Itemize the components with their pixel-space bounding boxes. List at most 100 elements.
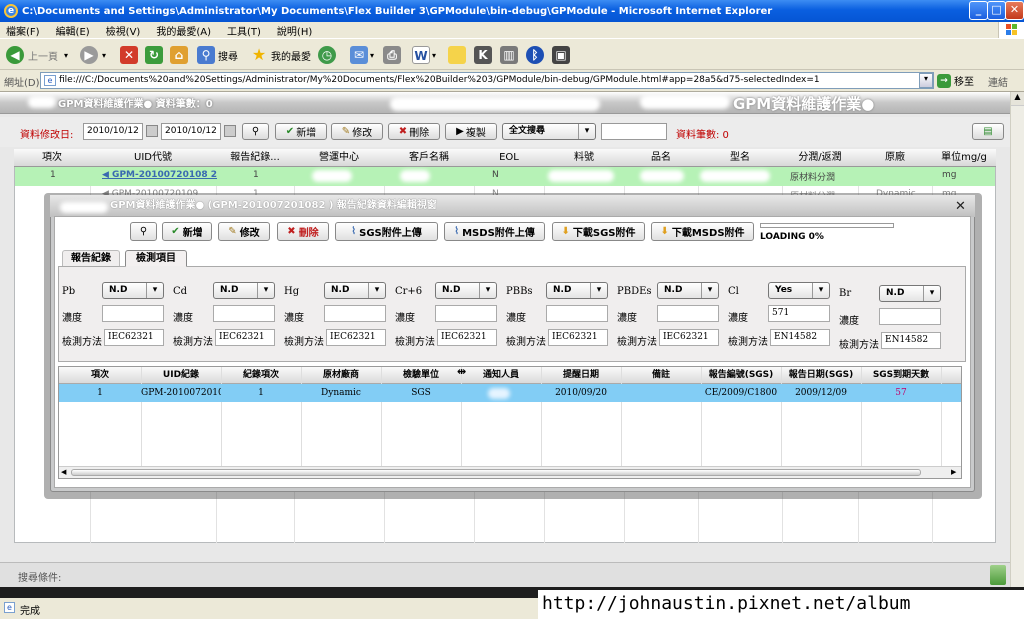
- col-header[interactable]: 原材廠商: [301, 367, 381, 383]
- back-button[interactable]: ◀ 上一頁 ▾: [6, 45, 68, 65]
- test-method-input[interactable]: IEC62321: [326, 329, 386, 346]
- col-header[interactable]: 型名: [698, 149, 782, 166]
- dialog-search-button[interactable]: ⚲: [130, 222, 157, 241]
- tab-report-records[interactable]: 報告紀錄: [62, 250, 120, 267]
- concentration-input[interactable]: [102, 305, 164, 322]
- cell-uid-link[interactable]: ◀ GPM-20100720108 2: [102, 170, 217, 180]
- test-method-input[interactable]: IEC62321: [215, 329, 275, 346]
- minimize-button[interactable]: _: [969, 1, 988, 20]
- menu-edit[interactable]: 編輯(E): [56, 23, 90, 38]
- date-from-input[interactable]: 2010/10/12: [83, 123, 143, 140]
- app-add-button[interactable]: ✔ 新增: [275, 123, 327, 140]
- result-select[interactable]: Yes: [768, 282, 830, 299]
- result-select[interactable]: N.D: [546, 282, 608, 299]
- result-select[interactable]: N.D: [213, 282, 275, 299]
- calendar-icon[interactable]: [146, 125, 158, 137]
- stop-button[interactable]: ✕: [120, 45, 138, 65]
- refresh-button[interactable]: ↻: [145, 45, 163, 65]
- calendar-icon[interactable]: [224, 125, 236, 137]
- dialog-add-button[interactable]: ✔ 新增: [162, 222, 212, 241]
- app-delete-button[interactable]: ✖ 刪除: [388, 123, 440, 140]
- date-to-input[interactable]: 2010/10/12: [161, 123, 221, 140]
- app-edit-button[interactable]: ✎ 修改: [331, 123, 383, 140]
- address-dropdown-icon[interactable]: ▾: [919, 73, 933, 88]
- window-titlebar[interactable]: e C:\Documents and Settings\Administrato…: [0, 0, 1024, 22]
- keyword-input[interactable]: [601, 123, 667, 140]
- test-method-input[interactable]: IEC62321: [104, 329, 164, 346]
- scroll-right-icon[interactable]: ▶: [951, 468, 956, 476]
- result-select[interactable]: N.D: [435, 282, 497, 299]
- col-header[interactable]: 料號: [544, 149, 624, 166]
- sgs-download-button[interactable]: ⬇ 下載SGS附件: [552, 222, 645, 241]
- scroll-thumb[interactable]: [71, 469, 921, 476]
- menu-help[interactable]: 說明(H): [277, 23, 312, 38]
- test-method-input[interactable]: EN14582: [881, 332, 941, 349]
- menu-favorites[interactable]: 我的最愛(A): [156, 23, 211, 38]
- dialog-close-button[interactable]: ✕: [955, 199, 966, 214]
- test-method-input[interactable]: IEC62321: [548, 329, 608, 346]
- concentration-input[interactable]: [435, 305, 497, 322]
- concentration-input[interactable]: [546, 305, 608, 322]
- links-label[interactable]: 連結: [988, 74, 1008, 89]
- concentration-input[interactable]: [879, 308, 941, 325]
- result-select[interactable]: N.D: [879, 285, 941, 302]
- col-header[interactable]: 報告編號(SGS): [701, 367, 781, 383]
- msds-upload-button[interactable]: ⌇ MSDS附件上傳: [444, 222, 545, 241]
- cube-icon[interactable]: [990, 565, 1006, 585]
- dialog-titlebar[interactable]: GPM資料維護作業● (GPM-201007201082 ) 報告紀錄資料編輯視…: [50, 195, 975, 217]
- forward-button[interactable]: ▶ ▾: [80, 45, 106, 65]
- col-header[interactable]: 報告紀錄...: [216, 149, 294, 166]
- col-header[interactable]: 提醒日期: [541, 367, 621, 383]
- search-mode-select[interactable]: 全文搜尋: [502, 123, 596, 140]
- col-header[interactable]: 項次: [14, 149, 90, 166]
- concentration-input[interactable]: [213, 305, 275, 322]
- go-button[interactable]: → 移至: [937, 72, 974, 89]
- research-button[interactable]: ▥: [500, 45, 518, 65]
- address-input[interactable]: e file:///C:/Documents%20and%20Settings/…: [40, 72, 934, 89]
- test-method-input[interactable]: IEC62321: [659, 329, 719, 346]
- col-header[interactable]: 通知人員: [461, 367, 541, 383]
- search-button[interactable]: ⚲ 搜尋: [197, 45, 238, 65]
- concentration-input[interactable]: 571: [768, 305, 830, 322]
- col-header[interactable]: 分潤/返潤: [782, 149, 858, 166]
- scroll-left-icon[interactable]: ◀: [61, 468, 66, 476]
- export-excel-button[interactable]: ▤: [972, 123, 1004, 140]
- test-method-input[interactable]: IEC62321: [437, 329, 497, 346]
- col-header[interactable]: EOL: [474, 149, 544, 166]
- col-header[interactable]: 營運中心: [294, 149, 384, 166]
- history-button[interactable]: ◷: [318, 45, 336, 65]
- favorites-button[interactable]: ★ 我的最愛: [250, 45, 311, 65]
- print-button[interactable]: ⎙: [383, 45, 401, 65]
- menu-view[interactable]: 檢視(V): [106, 23, 141, 38]
- col-header[interactable]: 紀錄項次: [221, 367, 301, 383]
- home-button[interactable]: ⌂: [170, 45, 188, 65]
- ext-k-button[interactable]: K: [474, 45, 492, 65]
- col-header[interactable]: 單位mg/g: [932, 149, 996, 166]
- col-header[interactable]: 品名: [624, 149, 698, 166]
- col-header[interactable]: 客戶名稱: [384, 149, 474, 166]
- col-header[interactable]: 檢驗單位: [381, 367, 461, 383]
- tab-test-items[interactable]: 檢測項目: [125, 250, 187, 267]
- filter-search-button[interactable]: ⚲: [242, 123, 269, 140]
- app-copy-button[interactable]: ▶ 複製: [445, 123, 497, 140]
- dialog-edit-button[interactable]: ✎ 修改: [218, 222, 270, 241]
- test-method-input[interactable]: EN14582: [770, 329, 830, 346]
- col-header[interactable]: 報告日期(SGS): [781, 367, 861, 383]
- menu-tools[interactable]: 工具(T): [227, 23, 261, 38]
- scroll-up-icon[interactable]: ▲: [1011, 92, 1024, 106]
- table-row[interactable]: 1 GPM-20100720108 1 Dynamic SGS 2010/09/…: [59, 384, 961, 402]
- col-header[interactable]: SGS到期天數: [861, 367, 941, 383]
- concentration-input[interactable]: [657, 305, 719, 322]
- menu-file[interactable]: 檔案(F): [6, 23, 40, 38]
- report-grid-hscrollbar[interactable]: ◀ ▶: [59, 466, 961, 478]
- sgs-upload-button[interactable]: ⌇ SGS附件上傳: [335, 222, 438, 241]
- col-header[interactable]: UID紀錄: [141, 367, 221, 383]
- bluetooth-button[interactable]: ᛒ: [526, 45, 544, 65]
- col-header[interactable]: 備註: [621, 367, 701, 383]
- close-window-button[interactable]: ✕: [1005, 1, 1024, 20]
- msds-download-button[interactable]: ⬇ 下載MSDS附件: [651, 222, 754, 241]
- page-scrollbar[interactable]: ▲: [1010, 92, 1024, 587]
- notes-button[interactable]: [448, 45, 466, 65]
- result-select[interactable]: N.D: [324, 282, 386, 299]
- maximize-button[interactable]: □: [987, 1, 1006, 20]
